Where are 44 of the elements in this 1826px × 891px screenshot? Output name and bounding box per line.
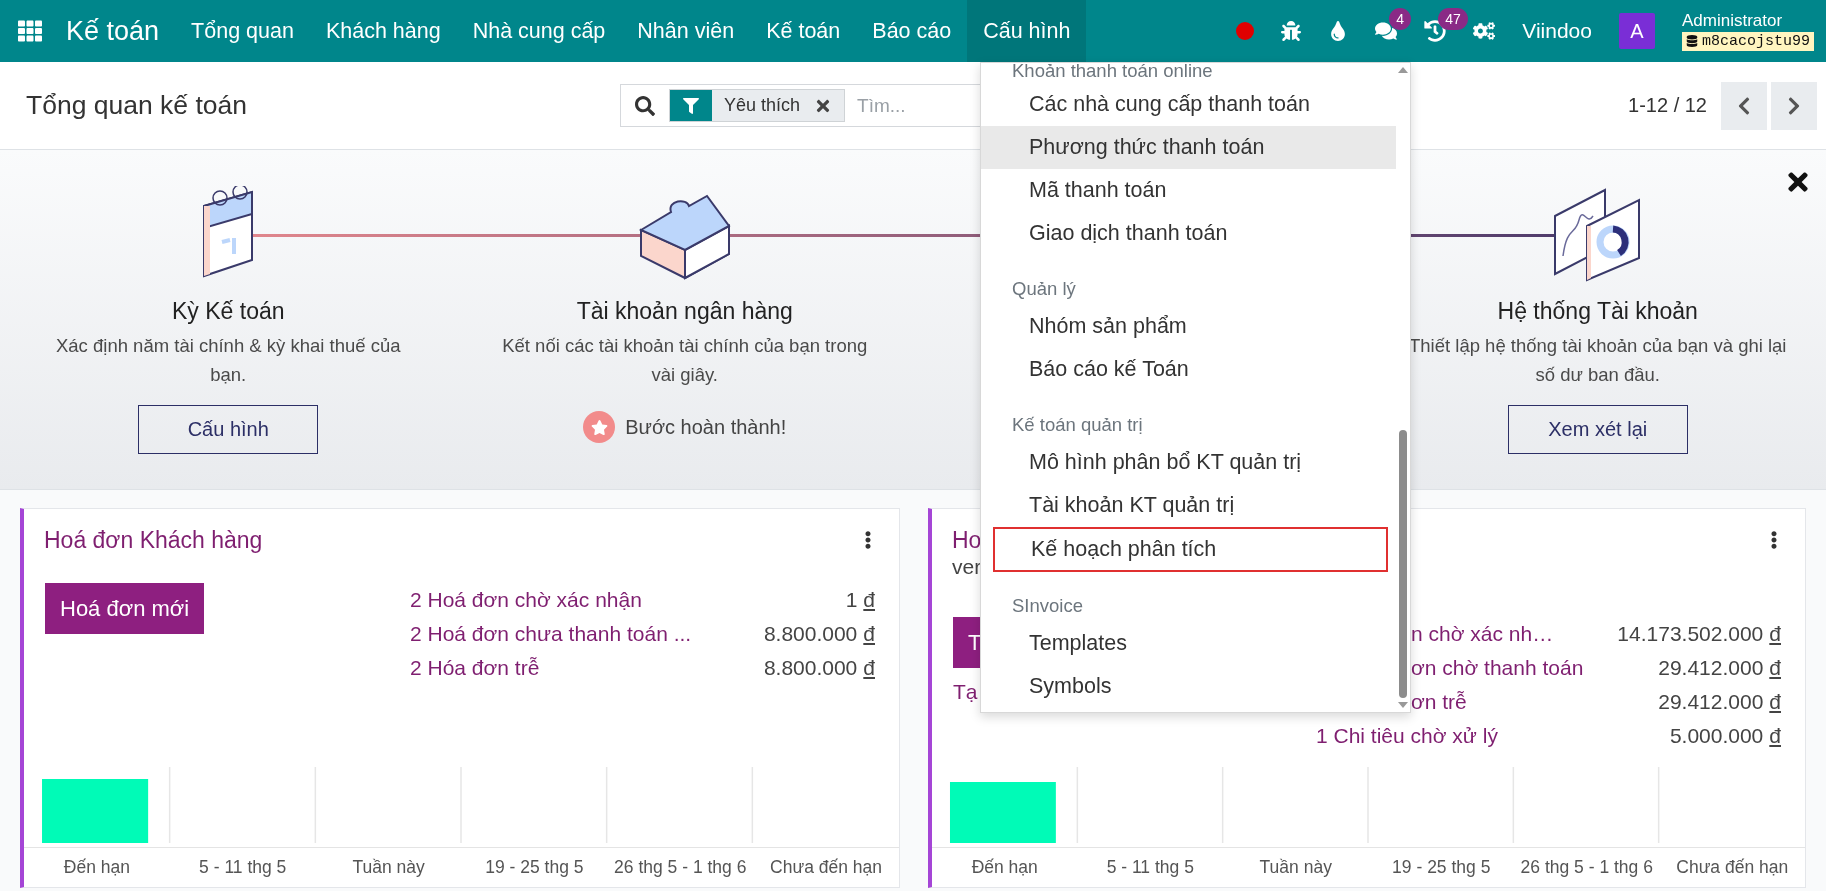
axis-label: 26 thg 5 - 1 thg 6 (1519, 857, 1654, 878)
step-description: Thiết lập hệ thống tài khoản của bạn và ghi lại số dư ban đầu. (1408, 334, 1788, 387)
amount: 29.412.000 (1658, 656, 1764, 680)
axis-label: Đến hạn (970, 857, 1039, 878)
axis-label: 5 - 11 thg 5 (1105, 857, 1195, 878)
amount: 29.412.000 (1658, 690, 1764, 714)
step-description: Xác định năm tài chính & kỳ khai thuế của bạn. (55, 334, 402, 387)
axis-label: Chưa đến hạn (769, 857, 884, 878)
amount: 14.173.502.000 (1617, 622, 1764, 646)
database-name: m8cacojstu99 (1701, 32, 1810, 50)
amount: 5.000.000 (1669, 724, 1764, 748)
axis-label: 5 - 11 thg 5 (198, 857, 288, 878)
card-subtitle: ver (951, 555, 983, 579)
menu-section-header: Quản lý (1011, 277, 1077, 301)
amount: 8.800.000 (763, 656, 858, 680)
step-done-text: Bước hoàn thành! (625, 415, 787, 439)
axis-label: Tuần này (1258, 857, 1333, 878)
axis-label: Đến hạn (62, 857, 131, 878)
step-title: Kỳ Kế toán (172, 298, 285, 325)
currency-symbol: đ (1769, 690, 1781, 714)
menu-section-header: Kế toán quản trị (1011, 413, 1144, 437)
page-title: Tổng quan kế toán (25, 90, 248, 121)
amount: 8.800.000 (763, 622, 858, 646)
currency-symbol: đ (1769, 724, 1781, 748)
step-description: Kết nối các tài khoản tài chính của bạn trong vài giây. (501, 334, 869, 387)
currency-symbol: đ (1769, 656, 1781, 680)
amount: 1 (845, 588, 858, 612)
message-count-badge: 4 (1389, 8, 1412, 30)
menu-section-header: SInvoice (1011, 594, 1084, 618)
currency-symbol: đ (863, 622, 875, 646)
facet-label: Yêu thích (724, 95, 801, 116)
step-title: Hệ thống Tài khoản (1497, 298, 1698, 325)
search-placeholder: Tìm... (857, 94, 906, 117)
step-title: Tài khoản ngân hàng (576, 298, 793, 325)
axis-label: Chưa đến hạn (1675, 857, 1790, 878)
menu-section-header: Khoản thanh toán online (1011, 63, 1214, 79)
currency-symbol: đ (863, 656, 875, 680)
axis-label: 19 - 25 thg 5 (1391, 857, 1492, 878)
activity-count-badge: 47 (1438, 8, 1468, 30)
axis-label: 26 thg 5 - 1 thg 6 (613, 857, 748, 878)
currency-symbol: đ (1769, 622, 1781, 646)
axis-label: Tuần này (351, 857, 426, 878)
axis-label: 19 - 25 thg 5 (484, 857, 585, 878)
currency-symbol: đ (863, 588, 875, 612)
